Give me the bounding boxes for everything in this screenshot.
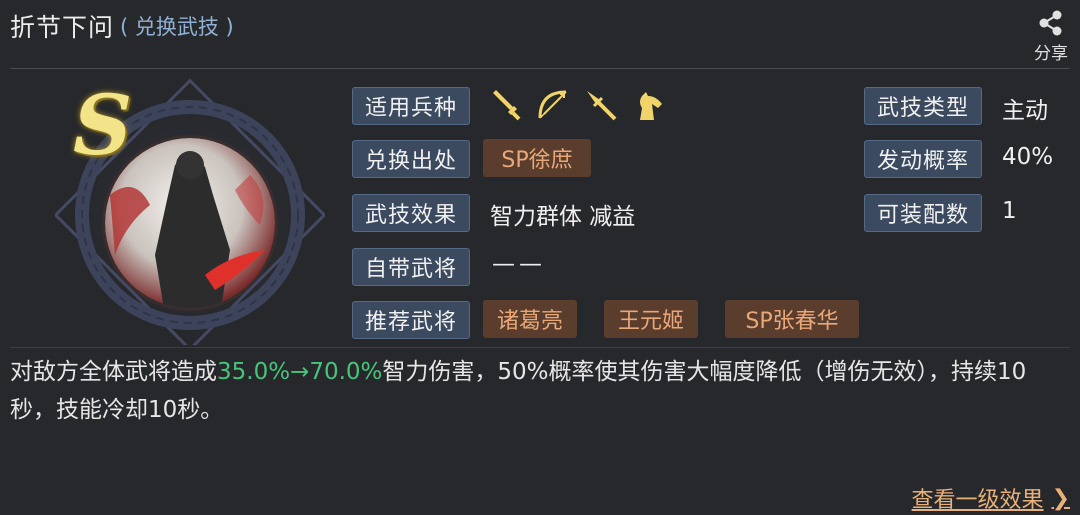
sword-icon xyxy=(488,88,522,122)
label-trigger-rate: 发动概率 xyxy=(864,140,982,178)
label-skill-type: 武技类型 xyxy=(864,87,982,125)
recommended-general-tag[interactable]: SP张春华 xyxy=(725,300,859,338)
skill-title: 折节下问 xyxy=(10,13,115,42)
equip-count-value: 1 xyxy=(1002,198,1017,224)
label-equip-count: 可装配数 xyxy=(864,194,982,232)
innate-general-value: —— xyxy=(492,251,546,277)
label-troop-types: 适用兵种 xyxy=(352,87,470,125)
description-text: 对敌方全体武将造成 xyxy=(10,359,217,385)
troop-icon-list xyxy=(488,88,666,122)
skill-effect-value: 智力群体 减益 xyxy=(490,204,636,230)
view-level1-effect-link[interactable]: 查看一级效果 ❯ xyxy=(912,482,1070,514)
trigger-rate-value: 40% xyxy=(1002,144,1054,170)
skill-grade: S xyxy=(73,78,133,174)
recommended-general-tag[interactable]: 王元姬 xyxy=(604,300,698,338)
description-divider xyxy=(10,347,1070,348)
damage-range: 35.0%→70.0% xyxy=(217,359,383,385)
skill-source-type: ( 兑换武技 ) xyxy=(120,15,234,39)
share-button[interactable]: 分享 xyxy=(1030,8,1072,64)
skill-description: 对敌方全体武将造成35.0%→70.0%智力伤害，50%概率使其伤害大幅度降低（… xyxy=(10,353,1065,429)
header-divider xyxy=(10,68,1070,69)
view-level1-effect-label: 查看一级效果 xyxy=(911,488,1044,513)
skill-type-value: 主动 xyxy=(1002,98,1048,124)
recommended-general-tag[interactable]: 诸葛亮 xyxy=(483,300,577,338)
spear-icon xyxy=(584,88,618,122)
chevron-right-icon: ❯ xyxy=(1051,485,1070,511)
label-skill-effect: 武技效果 xyxy=(352,194,470,232)
bow-icon xyxy=(536,88,570,122)
header: 折节下问 ( 兑换武技 ) xyxy=(10,6,234,46)
share-label: 分享 xyxy=(1034,44,1068,64)
label-recommended-generals: 推荐武将 xyxy=(352,301,470,339)
label-innate-general: 自带武将 xyxy=(352,248,470,286)
horse-icon xyxy=(632,88,666,122)
label-exchange-source: 兑换出处 xyxy=(352,140,470,178)
share-icon xyxy=(1039,10,1062,36)
exchange-source-tag[interactable]: SP徐庶 xyxy=(483,139,591,177)
